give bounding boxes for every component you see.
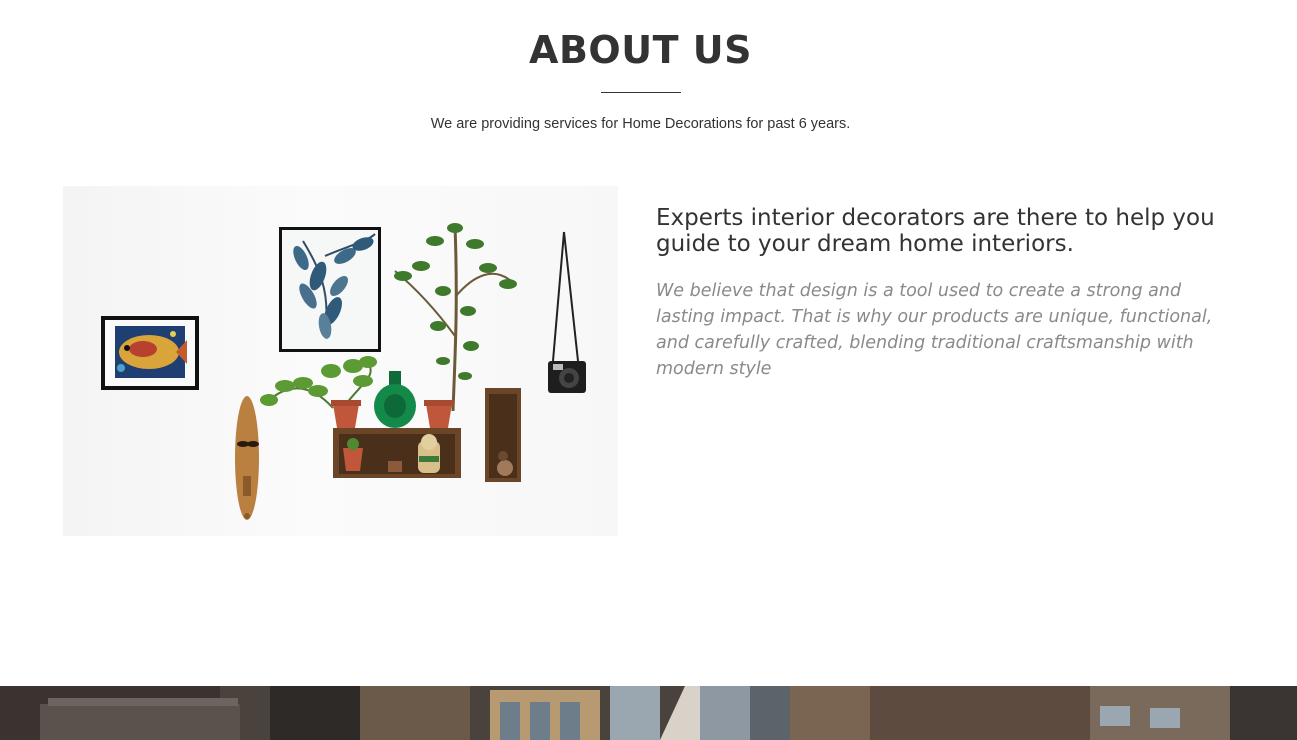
wooden-box bbox=[485, 388, 521, 482]
about-image bbox=[63, 186, 618, 536]
pothos-plant bbox=[260, 356, 377, 428]
section-subtitle: We are providing services for Home Decor… bbox=[430, 116, 851, 132]
hanging-camera bbox=[548, 231, 586, 393]
about-heading: Experts interior decorators are there to… bbox=[656, 205, 1215, 257]
about-page: ABOUT US We are providing services for H… bbox=[0, 0, 1297, 740]
city-banner-image bbox=[0, 686, 1297, 740]
title-divider bbox=[601, 92, 681, 93]
section-title: ABOUT US bbox=[529, 28, 752, 72]
green-vase bbox=[374, 371, 416, 428]
fish-picture-frame bbox=[101, 316, 199, 390]
about-description: We believe that design is a tool used to… bbox=[656, 281, 1213, 379]
leaf-print-frame bbox=[279, 227, 381, 352]
wooden-shelf bbox=[333, 428, 461, 478]
tribal-mask bbox=[235, 396, 259, 520]
